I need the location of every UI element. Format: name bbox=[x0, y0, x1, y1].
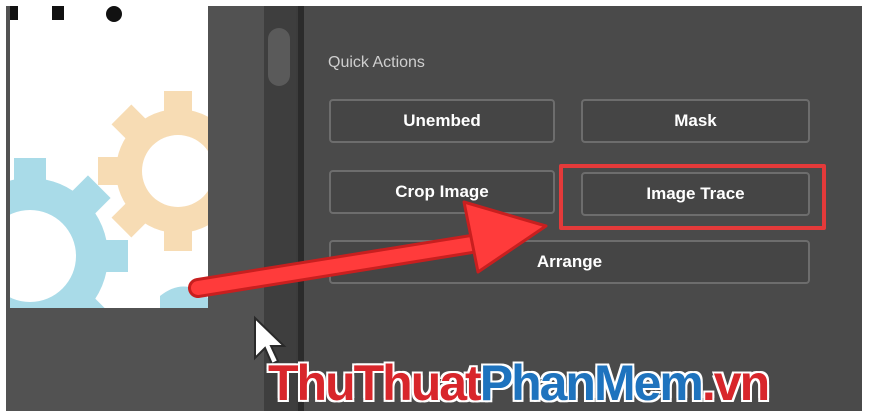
watermark-part-3: .vn bbox=[701, 355, 770, 411]
watermark-part-1: ThuThuat bbox=[268, 355, 482, 411]
watermark-part-2: PhanMem bbox=[479, 355, 704, 411]
arrow-annotation bbox=[188, 200, 548, 366]
app-window: Quick Actions Unembed Mask Crop Image Im… bbox=[6, 6, 862, 411]
watermark: ThuThuatPhanMem.vn bbox=[268, 354, 770, 411]
